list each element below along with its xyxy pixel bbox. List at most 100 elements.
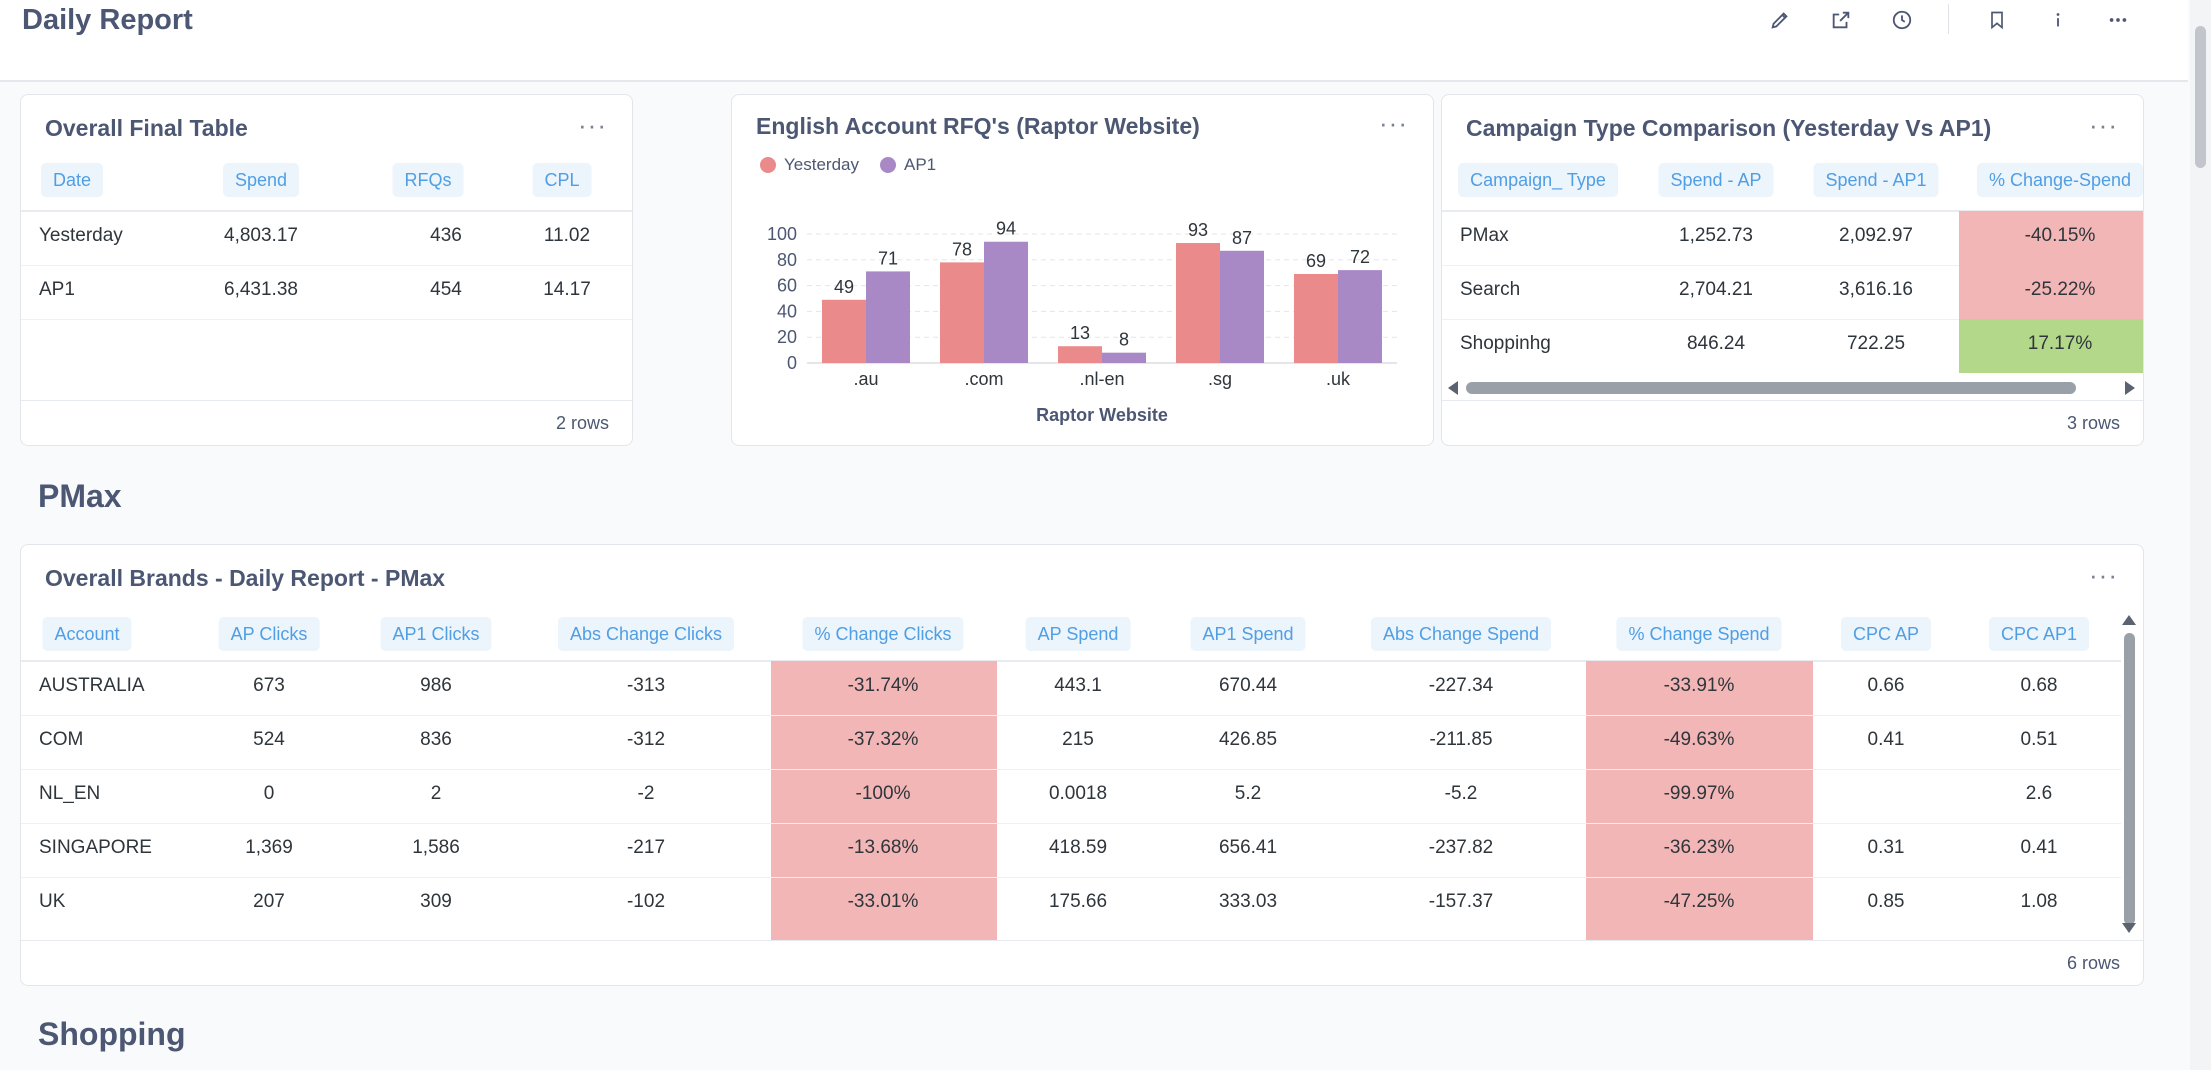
column-header[interactable]: Date <box>40 163 104 197</box>
share-icon[interactable] <box>1823 2 1859 38</box>
card-menu-icon[interactable]: ··· <box>2089 112 2118 138</box>
table-cell: Yesterday <box>39 225 123 246</box>
vertical-scrollbar-thumb[interactable] <box>2124 633 2135 925</box>
card-title: Campaign Type Comparison (Yesterday Vs A… <box>1466 115 1992 141</box>
column-header[interactable]: % Change Clicks <box>802 617 964 651</box>
table-cell: 2 <box>430 783 442 804</box>
scroll-down-arrow[interactable] <box>2122 923 2136 933</box>
table-cell: -33.01% <box>847 891 919 912</box>
table-cell: -47.25% <box>1663 891 1735 912</box>
table-cell: -102 <box>626 891 666 912</box>
more-icon[interactable] <box>2100 2 2136 38</box>
table-cell: 0.51 <box>2020 729 2058 750</box>
scroll-right-arrow[interactable] <box>2125 381 2135 395</box>
header-divider <box>21 210 632 212</box>
column-header[interactable]: AP Spend <box>1025 617 1131 651</box>
pencil-icon[interactable] <box>1762 2 1798 38</box>
table-cell: 524 <box>253 729 285 750</box>
table-cell: 1,369 <box>245 837 293 858</box>
column-header[interactable]: Campaign_ Type <box>1458 163 1618 197</box>
table-cell: -211.85 <box>1429 729 1493 750</box>
table-cell: 673 <box>253 675 285 696</box>
row-divider <box>21 715 2121 716</box>
table-cell: 0.41 <box>1867 729 1905 750</box>
card-title: Overall Final Table <box>45 115 248 141</box>
data-label: 69 <box>1306 251 1326 271</box>
table-cell: SINGAPORE <box>39 837 152 858</box>
bar <box>1176 243 1220 363</box>
table-cell: 986 <box>420 675 452 696</box>
table-cell: 17.17% <box>2027 333 2093 354</box>
table-cell: PMax <box>1460 225 1509 246</box>
column-header[interactable]: AP1 Spend <box>1190 617 1306 651</box>
section-title-shopping: Shopping <box>38 1016 186 1052</box>
clock-icon[interactable] <box>1884 2 1920 38</box>
table-cell: 0.0018 <box>1048 783 1108 804</box>
page-scrollbar-thumb[interactable] <box>2195 26 2206 168</box>
data-label: 78 <box>952 239 972 259</box>
column-header[interactable]: % Change Spend <box>1616 617 1782 651</box>
column-header[interactable]: CPC AP1 <box>1988 617 2090 651</box>
table-cell: -49.63% <box>1663 729 1735 750</box>
data-label: 94 <box>996 219 1016 239</box>
row-count: 6 rows <box>2066 953 2120 973</box>
table-cell: 4,803.17 <box>224 225 298 246</box>
table-cell: -99.97% <box>1663 783 1735 804</box>
data-label: 72 <box>1350 247 1370 267</box>
table-cell: 1,586 <box>412 837 460 858</box>
table-cell: -37.32% <box>847 729 919 750</box>
table-cell: -227.34 <box>1428 675 1494 696</box>
column-header[interactable]: CPC AP <box>1840 617 1932 651</box>
x-tick-label: .nl-en <box>1079 369 1124 389</box>
column-header[interactable]: CPL <box>532 163 592 197</box>
info-icon[interactable] <box>2040 2 2076 38</box>
table-cell: 722.25 <box>1846 333 1906 354</box>
table-cell: Search <box>1460 279 1521 300</box>
data-label: 71 <box>878 248 898 268</box>
bookmark-icon[interactable] <box>1979 2 2015 38</box>
column-header[interactable]: Spend - AP1 <box>1813 163 1939 197</box>
table-cell: 846.24 <box>1686 333 1746 354</box>
row-divider <box>21 769 2121 770</box>
horizontal-scrollbar-thumb[interactable] <box>1466 382 2076 394</box>
table-footer: 2 rows <box>21 400 632 445</box>
page-scrollbar[interactable] <box>2190 0 2211 1070</box>
column-header[interactable]: % Change-Spend <box>1976 163 2143 197</box>
rfq-chart-card: English Account RFQ's (Raptor Website) ·… <box>731 94 1434 446</box>
table-cell: 2,704.21 <box>1679 279 1753 300</box>
column-header[interactable]: RFQs <box>392 163 464 197</box>
column-header[interactable]: Spend - AP <box>1658 163 1774 197</box>
table-cell: UK <box>39 891 66 912</box>
table-cell: Shoppinhg <box>1460 333 1551 354</box>
scroll-left-arrow[interactable] <box>1448 381 1458 395</box>
table-cell: 3,616.16 <box>1839 279 1913 300</box>
column-header[interactable]: AP Clicks <box>218 617 320 651</box>
table-cell: 670.44 <box>1218 675 1278 696</box>
row-divider <box>21 265 632 266</box>
x-tick-label: .com <box>964 369 1003 389</box>
x-tick-label: .uk <box>1326 369 1351 389</box>
x-axis-title: Raptor Website <box>1036 405 1168 425</box>
scroll-up-arrow[interactable] <box>2122 615 2136 625</box>
column-header[interactable]: Spend <box>222 163 300 197</box>
table-cell: COM <box>39 729 84 750</box>
data-label: 93 <box>1188 220 1208 240</box>
table-cell: 2,092.97 <box>1839 225 1913 246</box>
column-header[interactable]: Account <box>42 617 132 651</box>
data-label: 87 <box>1232 228 1252 248</box>
table-cell: -157.37 <box>1428 891 1494 912</box>
brands-table-card: Overall Brands - Daily Report - PMax ···… <box>20 544 2144 986</box>
column-header[interactable]: AP1 Clicks <box>380 617 492 651</box>
data-label: 8 <box>1119 330 1129 350</box>
column-header[interactable]: Abs Change Clicks <box>557 617 735 651</box>
column-header[interactable]: Abs Change Spend <box>1370 617 1552 651</box>
bar <box>1058 346 1102 363</box>
table-cell: 454 <box>430 279 462 300</box>
table-cell: 0 <box>263 783 275 804</box>
table-cell: 426.85 <box>1218 729 1278 750</box>
data-label: 13 <box>1070 323 1090 343</box>
table-cell: -312 <box>626 729 666 750</box>
dashboard-header: Daily Report <box>0 0 2188 82</box>
card-menu-icon[interactable]: ··· <box>578 112 607 138</box>
card-menu-icon[interactable]: ··· <box>2089 562 2118 588</box>
